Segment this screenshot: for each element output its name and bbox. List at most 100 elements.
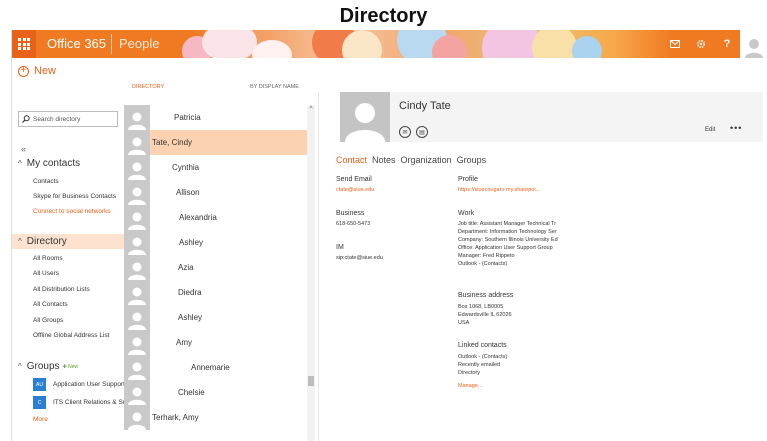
directory-heading[interactable]: ^ Directory — [18, 236, 67, 247]
chevron-up-icon: ^ — [18, 362, 22, 371]
collapse-nav-button[interactable]: « — [21, 144, 26, 154]
tab-notes[interactable]: Notes — [372, 155, 396, 165]
contact-photo — [340, 92, 390, 142]
contact-list: Patricia Tate, Cindy Cynthia Allison Ale… — [124, 105, 307, 441]
new-button-label: New — [34, 65, 57, 77]
connect-social-link[interactable]: Connect to social networks — [33, 208, 111, 215]
linked-contact: Directory — [458, 370, 481, 376]
group-item-its[interactable]: C ITS Client Relations & Su — [33, 396, 126, 409]
my-contacts-heading[interactable]: ^ My contacts — [18, 158, 80, 169]
top-bar: Office 365 People ? — [12, 30, 767, 58]
gear-icon[interactable] — [688, 30, 714, 58]
work-department: Department: Information Technology Ser — [458, 229, 557, 235]
list-item[interactable]: Cynthia — [124, 155, 307, 180]
nav-item-offline-gal[interactable]: Offline Global Address List — [33, 332, 109, 339]
contact-name: Cynthia — [172, 163, 200, 172]
list-item[interactable]: Chelsie — [124, 380, 307, 405]
avatar — [124, 330, 150, 355]
address-line: Box 1068, LB0005 — [458, 304, 504, 310]
list-item-selected[interactable]: Tate, Cindy — [124, 130, 307, 155]
nav-item-contacts[interactable]: Contacts — [33, 178, 59, 185]
profile-label: Profile — [458, 176, 478, 183]
list-item[interactable]: Ashley — [124, 305, 307, 330]
list-item[interactable]: Azia — [124, 255, 307, 280]
linked-contact: Recently emailed — [458, 362, 501, 368]
nav-item-all-rooms[interactable]: All Rooms — [33, 255, 63, 262]
search-icon — [22, 115, 30, 123]
contact-detail-pane: Cindy Tate ✉ ▤ Edit ••• Contact Notes Or… — [325, 92, 767, 441]
list-item[interactable]: Annemarie — [124, 355, 307, 380]
avatar — [124, 305, 150, 330]
im-label: IM — [336, 244, 344, 251]
app-launcher-button[interactable] — [12, 30, 36, 58]
nav-item-all-distribution-lists[interactable]: All Distribution Lists — [33, 286, 90, 293]
chevron-up-icon[interactable]: ^ — [307, 105, 315, 115]
groups-heading[interactable]: ^ Groups ✚ New — [18, 361, 78, 372]
email-action-icon[interactable]: ✉ — [399, 126, 411, 138]
section-name: People — [119, 36, 160, 51]
avatar — [124, 230, 150, 255]
contact-name: Alexandria — [179, 213, 217, 222]
im-action-icon[interactable]: ▤ — [416, 126, 428, 138]
linked-contacts-label: Linked contacts — [458, 342, 507, 349]
contact-name: Ashley — [178, 313, 203, 322]
send-email-label: Send Email — [336, 176, 372, 183]
work-source: Outlook - (Contacts) — [458, 261, 508, 267]
groups-more-link[interactable]: More — [33, 416, 48, 423]
contact-name: Annemarie — [191, 363, 230, 372]
list-item[interactable]: Allison — [124, 180, 307, 205]
waffle-icon — [18, 38, 30, 50]
scrollbar-thumb[interactable] — [308, 376, 314, 386]
edit-button[interactable]: Edit — [705, 127, 715, 133]
tab-groups[interactable]: Groups — [457, 155, 487, 165]
work-manager: Manager: Fred Rippeto — [458, 253, 515, 259]
work-label: Work — [458, 210, 475, 217]
people-app: Office 365 People ? + New Search directo… — [11, 30, 767, 441]
work-job-title: Job title: Assistant Manager Technical T… — [458, 221, 557, 227]
tab-organization[interactable]: Organization — [401, 155, 452, 165]
user-avatar[interactable] — [740, 30, 767, 58]
help-icon[interactable]: ? — [714, 30, 740, 58]
avatar — [124, 255, 150, 280]
group-item-aus[interactable]: AU Application User Support — [33, 378, 125, 391]
contact-name: Allison — [176, 188, 200, 197]
new-badge: ✚ New — [62, 363, 79, 370]
contact-name: Amy — [176, 338, 192, 347]
more-options-button[interactable]: ••• — [730, 123, 742, 133]
pane-divider — [318, 92, 319, 441]
contact-name: Azia — [178, 263, 194, 272]
sort-by-display-name[interactable]: BY DISPLAY NAME — [250, 84, 299, 90]
new-button[interactable]: + New — [18, 65, 56, 77]
directory-filter[interactable]: DIRECTORY — [132, 84, 164, 90]
list-item[interactable]: Terhark, Amy — [124, 405, 307, 430]
contact-name: Ashley — [179, 238, 204, 247]
chevron-up-icon: ^ — [18, 237, 22, 246]
contact-name: Tate, Cindy — [152, 138, 193, 147]
nav-item-skype-contacts[interactable]: Skype for Business Contacts — [33, 193, 116, 200]
contact-name: Diedra — [178, 288, 202, 297]
avatar — [124, 180, 150, 205]
manage-linked-contacts-link[interactable]: Manage... — [458, 382, 482, 390]
contact-name: Chelsie — [178, 388, 205, 397]
tab-contact[interactable]: Contact — [336, 155, 367, 165]
list-header: DIRECTORY BY DISPLAY NAME — [124, 58, 325, 92]
list-item[interactable]: Patricia — [124, 105, 307, 130]
email-link[interactable]: ctate@siue.edu — [336, 186, 374, 194]
address-line: Edwardsville IL 62026 — [458, 312, 512, 318]
list-item[interactable]: Alexandria — [124, 205, 307, 230]
mail-icon[interactable] — [662, 30, 688, 58]
search-input[interactable]: Search directory — [18, 111, 118, 127]
list-item[interactable]: Diedra — [124, 280, 307, 305]
profile-link[interactable]: https://siuecougars-my.sharepoi... — [458, 186, 540, 194]
im-value: sip:ctate@siue.edu — [336, 255, 383, 261]
avatar — [124, 280, 150, 305]
list-item[interactable]: Amy — [124, 330, 307, 355]
nav-item-all-groups[interactable]: All Groups — [33, 317, 63, 324]
app-name[interactable]: Office 365 — [47, 36, 106, 51]
contact-name: Terhark, Amy — [152, 413, 199, 422]
nav-item-all-users[interactable]: All Users — [33, 270, 59, 277]
group-label: ITS Client Relations & Su — [53, 399, 127, 406]
list-scrollbar[interactable]: ^ — [307, 105, 315, 441]
list-item[interactable]: Ashley — [124, 230, 307, 255]
nav-item-all-contacts[interactable]: All Contacts — [33, 301, 68, 308]
